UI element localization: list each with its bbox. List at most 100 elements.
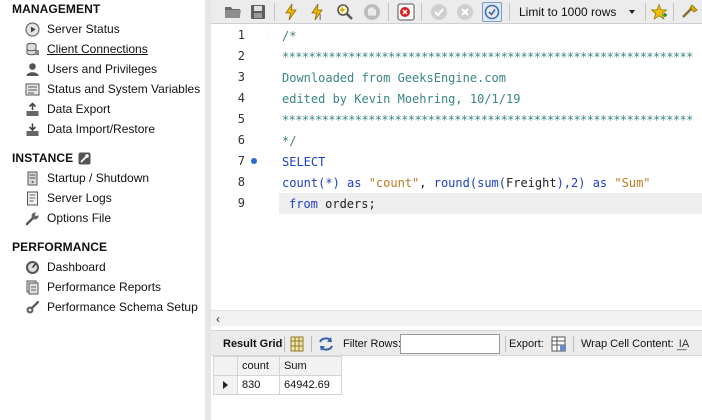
sidebar-item-label: Server Logs: [47, 191, 112, 205]
commit-icon[interactable]: [429, 2, 449, 22]
sidebar-item-label: Performance Schema Setup: [47, 300, 198, 314]
line-number: 2: [237, 49, 245, 63]
token-as: as: [585, 176, 615, 190]
save-icon[interactable]: [248, 2, 268, 22]
code-line-5: ****************************************…: [282, 113, 693, 127]
sidebar-item-label: Options File: [47, 211, 112, 225]
filter-rows-input[interactable]: [400, 334, 500, 354]
cell-count[interactable]: 830: [237, 375, 280, 395]
section-title-instance: INSTANCE: [12, 151, 91, 165]
section-title-management: MANAGEMENT: [12, 2, 101, 16]
database-connections-icon: [24, 41, 40, 57]
grid-layout-icon[interactable]: [288, 335, 306, 353]
line-number: 3: [237, 70, 245, 84]
export-label: Export:: [509, 338, 544, 350]
result-table: count Sum 830 64942.69: [213, 356, 342, 395]
sidebar-item-label: Users and Privileges: [47, 62, 158, 76]
sql-editor-toolbar: I Limit to 1000 rows: [211, 0, 702, 24]
toggle-error-icon[interactable]: [396, 2, 416, 22]
line-number: 4: [237, 91, 245, 105]
token-as: as: [339, 176, 369, 190]
sidebar-item-startup-shutdown[interactable]: Startup / Shutdown: [24, 168, 202, 188]
code-line-3: Downloaded from GeeksEngine.com: [282, 71, 506, 85]
limit-rows-value: Limit to 1000 rows: [519, 5, 617, 19]
section-title-instance-label: INSTANCE: [12, 151, 74, 165]
user-icon: [24, 61, 40, 77]
code-line-2: ****************************************…: [282, 50, 693, 64]
table-row[interactable]: 830 64942.69: [213, 375, 342, 395]
editor-horizontal-scrollbar[interactable]: ‹: [211, 310, 702, 326]
sidebar-item-client-connections[interactable]: Client Connections: [24, 39, 202, 59]
beautify-icon[interactable]: [680, 2, 700, 22]
wrap-cell-toggle-icon[interactable]: I͟A: [675, 335, 693, 353]
row-header-corner: [213, 356, 238, 376]
sidebar-item-server-status[interactable]: Server Status: [24, 19, 202, 39]
token-string: "count": [368, 176, 420, 190]
sql-editor[interactable]: 1 2 3 4 5 6 7 8 9 /* *******************…: [211, 24, 702, 310]
cell-sum[interactable]: 64942.69: [279, 375, 342, 395]
column-header-count[interactable]: count: [237, 356, 280, 376]
explain-icon[interactable]: [335, 2, 355, 22]
limit-rows-select[interactable]: Limit to 1000 rows: [515, 2, 641, 22]
variables-icon: [24, 81, 40, 97]
sidebar-item-label: Performance Reports: [47, 280, 162, 294]
sidebar-item-label: Status and System Variables: [47, 82, 201, 96]
schema-setup-icon: [24, 299, 40, 315]
export-grid-icon[interactable]: [550, 335, 568, 353]
sidebar-item-label: Dashboard: [47, 260, 106, 274]
sidebar-item-performance-reports[interactable]: Performance Reports: [24, 277, 202, 297]
line-number: 8: [237, 175, 245, 189]
svg-text:I: I: [319, 13, 321, 21]
tab-result-grid[interactable]: Result Grid: [217, 333, 288, 354]
stop-icon[interactable]: [362, 2, 382, 22]
wrap-cell-content-label: Wrap Cell Content:: [581, 338, 674, 350]
execute-icon[interactable]: [281, 2, 301, 22]
sidebar: MANAGEMENT Server Status Client Connecti…: [0, 0, 208, 420]
sidebar-item-server-logs[interactable]: Server Logs: [24, 188, 202, 208]
code-line-9: from orders;: [289, 194, 376, 214]
token-sum: sum(: [477, 176, 506, 190]
section-title-performance: PERFORMANCE: [12, 240, 108, 254]
bookmark-star-icon[interactable]: [649, 2, 669, 22]
rollback-icon[interactable]: [455, 2, 475, 22]
instance-settings-icon: [78, 152, 91, 165]
result-grid: count Sum 830 64942.69: [211, 356, 702, 420]
column-header-sum[interactable]: Sum: [279, 356, 342, 376]
line-number: 5: [237, 112, 245, 126]
sidebar-item-status-and-system-variables[interactable]: Status and System Variables: [24, 79, 202, 99]
sidebar-item-data-export[interactable]: Data Export: [24, 99, 202, 119]
token-close: ),2): [556, 176, 586, 190]
sidebar-item-dashboard[interactable]: Dashboard: [24, 257, 202, 277]
scroll-left-icon[interactable]: ‹: [216, 312, 220, 326]
dashboard-gauge-icon: [24, 259, 40, 275]
code-line-1: /*: [282, 29, 297, 43]
sidebar-item-label: Server Status: [47, 22, 120, 36]
token-from: from: [289, 197, 318, 211]
code-line-8: count(*) as "count", round(sum(Freight),…: [282, 173, 651, 193]
row-selector[interactable]: [213, 375, 238, 395]
import-icon: [24, 121, 40, 137]
sidebar-item-label: Data Export: [47, 102, 111, 116]
execute-current-icon[interactable]: I: [308, 2, 328, 22]
play-circle-icon: [24, 21, 40, 37]
line-number: 6: [237, 133, 245, 147]
sidebar-item-label: Client Connections: [47, 42, 148, 56]
token-identifier: Freight: [506, 176, 557, 190]
token-table: orders;: [317, 197, 376, 211]
sidebar-item-data-import-restore[interactable]: Data Import/Restore: [24, 119, 202, 139]
autocommit-icon[interactable]: [482, 2, 502, 22]
sidebar-item-users-and-privileges[interactable]: Users and Privileges: [24, 59, 202, 79]
export-icon: [24, 101, 40, 117]
line-number: 7: [237, 154, 245, 168]
sidebar-item-performance-schema-setup[interactable]: Performance Schema Setup: [24, 297, 202, 317]
wrench-icon: [24, 210, 40, 226]
line-number-gutter: 1 2 3 4 5 6 7 8 9: [211, 24, 273, 310]
log-icon: [24, 190, 40, 206]
sidebar-item-label: Startup / Shutdown: [47, 171, 150, 185]
open-folder-icon[interactable]: [223, 2, 243, 22]
refresh-icon[interactable]: [317, 335, 335, 353]
code-line-4: edited by Kevin Moehring, 10/1/19: [282, 92, 521, 106]
sidebar-item-options-file[interactable]: Options File: [24, 208, 202, 228]
fold-marker-icon[interactable]: [264, 30, 274, 40]
filter-rows-label: Filter Rows:: [343, 338, 402, 350]
